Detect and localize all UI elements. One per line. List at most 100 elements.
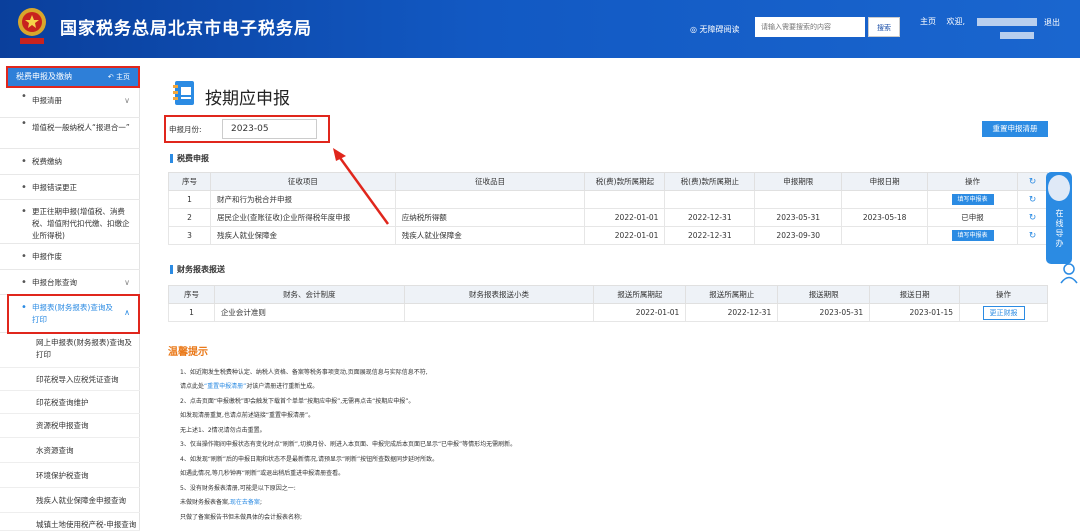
online-guide-widget[interactable]: 在线导办 <box>1046 172 1072 264</box>
cell-date <box>841 190 929 209</box>
column-header: 申报期限 <box>754 172 843 191</box>
table-header-row: 序号 财务、会计制度 财务报表报送小类 报送所属期起 报送所属期止 报送期限 报… <box>168 285 1048 304</box>
cell-refresh[interactable]: ↻ <box>1016 190 1049 209</box>
reset-list-link[interactable]: “重置申报清册” <box>204 383 246 390</box>
refresh-icon[interactable]: ↻ <box>1029 231 1037 241</box>
sidebar-subitem-label: 城镇土地使用税产税-申报查询 <box>36 520 137 529</box>
sidebar-item-label: 申报清册 <box>32 96 62 105</box>
sidebar-header[interactable]: 税费申报及缴纳 ↶ 主页 <box>6 66 140 88</box>
cell-date <box>841 226 929 245</box>
cell-refresh[interactable]: ↻ <box>1016 226 1049 245</box>
site-header: 国家税务总局北京市电子税务局 ◎ 无障碍阅读 搜索 主页 欢迎, 退出 <box>0 0 1080 58</box>
reset-declaration-list-button[interactable]: 重置申报清册 <box>982 121 1048 137</box>
sidebar-item-ledger-query[interactable]: • 申报台账查询 ∨ <box>0 270 140 295</box>
chevron-down-icon: ∨ <box>124 278 130 287</box>
tips-title: 温馨提示 <box>168 347 208 358</box>
table-row: 1 财产和行为税合并申报 填写申报表 ↻ <box>168 190 1049 209</box>
sidebar-header-label: 税费申报及缴纳 <box>16 72 72 81</box>
highlight-box-active-menu <box>7 294 140 334</box>
tip-line: 4、如发现“刷新”后的申报日期和状态不是最新情况,请预显示“刷新”按钮所查数据同… <box>180 456 439 463</box>
sidebar-subitem-label: 印花税导入应税凭证查询 <box>36 375 119 384</box>
cell-item: 财产和行为税合并申报 <box>209 190 396 209</box>
financial-report-section-title: 财务报表报送 <box>170 265 225 274</box>
sidebar-item-void[interactable]: • 申报作废 <box>0 244 140 270</box>
tip-line: 未做财务报表备案,现在去备案; <box>180 499 262 506</box>
cell-no: 3 <box>168 226 211 245</box>
month-field[interactable]: 2023-05 <box>222 119 317 139</box>
cell-sub: 应纳税所得额 <box>394 208 586 227</box>
welcome-label: 欢迎, <box>946 17 966 26</box>
sidebar-item-label: 增值税一般纳税人“报退合一” <box>32 123 130 132</box>
bullet-icon: • <box>21 277 27 288</box>
logout-link[interactable]: 退出 <box>1044 16 1060 30</box>
chevron-down-icon: ∨ <box>124 96 130 105</box>
correct-report-button[interactable]: 更正财报 <box>982 305 1025 320</box>
table-row: 1 企业会计准则 2022-01-01 2022-12-31 2023-05-3… <box>168 303 1048 322</box>
refresh-icon[interactable]: ↻ <box>1029 195 1037 205</box>
home-link[interactable]: 主页 <box>920 17 936 26</box>
sidebar-subitem-land-tax[interactable]: 城镇土地使用税产税-申报查询 <box>0 513 140 531</box>
tip-line: 无上述1、2情况请勿点击重置。 <box>180 427 266 434</box>
refresh-header[interactable]: ↻ <box>1016 172 1049 191</box>
sidebar-item-label: 申报错误更正 <box>32 183 77 192</box>
search-input[interactable] <box>755 17 865 37</box>
fill-declaration-button[interactable]: 填写申报表 <box>951 230 994 241</box>
sidebar-subitem-disability-fund[interactable]: 残疾人就业保障金申报查询 <box>0 488 140 513</box>
cell-start: 2022-01-01 <box>593 303 687 322</box>
register-now-link[interactable]: 现在去备案 <box>230 499 260 506</box>
cell-date: 2023-05-18 <box>841 208 929 227</box>
column-header: 序号 <box>168 172 211 191</box>
tax-declaration-table: 序号 征收项目 征收品目 税(费)款所属期起 税(费)款所属期止 申报期限 申报… <box>168 172 1049 245</box>
sidebar-subitem-label: 残疾人就业保障金申报查询 <box>36 496 126 505</box>
sidebar-subitem-stamp-import[interactable]: 印花税导入应税凭证查询 <box>0 368 140 391</box>
search-button[interactable]: 搜索 <box>868 17 900 37</box>
sidebar-subitem-resource-tax[interactable]: 资源税申报查询 <box>0 414 140 438</box>
sidebar-item-vat-refund[interactable]: • 增值税一般纳税人“报退合一” <box>0 118 140 149</box>
bullet-icon: • <box>21 156 27 167</box>
sidebar-item-label: 申报台账查询 <box>32 278 77 287</box>
column-header: 征收品目 <box>394 172 586 191</box>
cell-op-status: 已申报 <box>927 208 1018 227</box>
bullet-icon: • <box>21 251 27 262</box>
logout-label: 退出 <box>1044 18 1060 27</box>
sidebar-subitem-online-report[interactable]: 网上申报表(财务报表)查询及打印 <box>0 333 140 368</box>
cell-no: 1 <box>168 190 211 209</box>
sidebar-subitem-stamp-maintain[interactable]: 印花税查询维护 <box>0 391 140 414</box>
sidebar-home-label: 主页 <box>116 73 130 81</box>
sidebar-subitem-label: 环境保护税查询 <box>36 471 89 480</box>
cell-no: 2 <box>168 208 211 227</box>
tip-line: 请点此处“重置申报清册”对该户清册进行重新生成。 <box>180 383 319 390</box>
top-links: 主页 欢迎, <box>920 16 1053 27</box>
tip-line: 只做了备案报告书但未做具体的会计报表名称; <box>180 514 303 521</box>
sidebar-item-tax-payment[interactable]: • 税费缴纳 <box>0 149 140 175</box>
bullet-icon: • <box>21 91 27 102</box>
red-arrow-annotation <box>333 148 390 225</box>
month-label: 申报月份: <box>169 125 202 134</box>
sidebar-subitem-label: 印花税查询维护 <box>36 398 89 407</box>
column-header: 税(费)款所属期止 <box>664 172 756 191</box>
tip-line: 5、没有财务报表清册,可能是以下原因之一: <box>180 485 296 492</box>
sidebar-home-link[interactable]: ↶ 主页 <box>108 68 130 86</box>
cell-sub <box>394 190 586 209</box>
sidebar-subitem-water-resource[interactable]: 水资源查询 <box>0 438 140 463</box>
sidebar-item-label: 更正往期申报(增值税、消费税、增值附代扣代缴、扣缴企业所得税) <box>32 207 130 240</box>
sidebar-item-past-correction[interactable]: • 更正往期申报(增值税、消费税、增值附代扣代缴、扣缴企业所得税) <box>0 200 140 244</box>
user-service-icon[interactable] <box>1060 262 1078 284</box>
refresh-icon[interactable]: ↻ <box>1029 213 1037 223</box>
column-header: 操作 <box>927 172 1018 191</box>
page-title: 按期应申报 <box>205 89 290 109</box>
tip-line: 如遇此情况,等几秒钟再“刷新”或退出稍后重进申报清册查看。 <box>180 470 345 477</box>
sidebar-item-declaration-list[interactable]: • 申报清册 ∨ <box>0 91 140 118</box>
tip-line: 如发现清册重复,也请点前述链接“重置申报清册”。 <box>180 412 315 419</box>
refresh-icon[interactable]: ↻ <box>1029 177 1037 187</box>
sidebar-subitem-env-tax[interactable]: 环境保护税查询 <box>0 463 140 488</box>
cell-refresh[interactable]: ↻ <box>1016 208 1049 227</box>
fill-declaration-button[interactable]: 填写申报表 <box>951 194 994 205</box>
cell-deadline: 2023-05-31 <box>754 208 843 227</box>
accessibility-link[interactable]: ◎ 无障碍阅读 <box>690 24 740 35</box>
cell-end: 2022-12-31 <box>664 226 756 245</box>
sidebar-item-error-correction[interactable]: • 申报错误更正 <box>0 175 140 200</box>
column-header: 税(费)款所属期起 <box>584 172 666 191</box>
cell-end: 2022-12-31 <box>664 208 756 227</box>
declaration-page-icon <box>173 81 194 105</box>
